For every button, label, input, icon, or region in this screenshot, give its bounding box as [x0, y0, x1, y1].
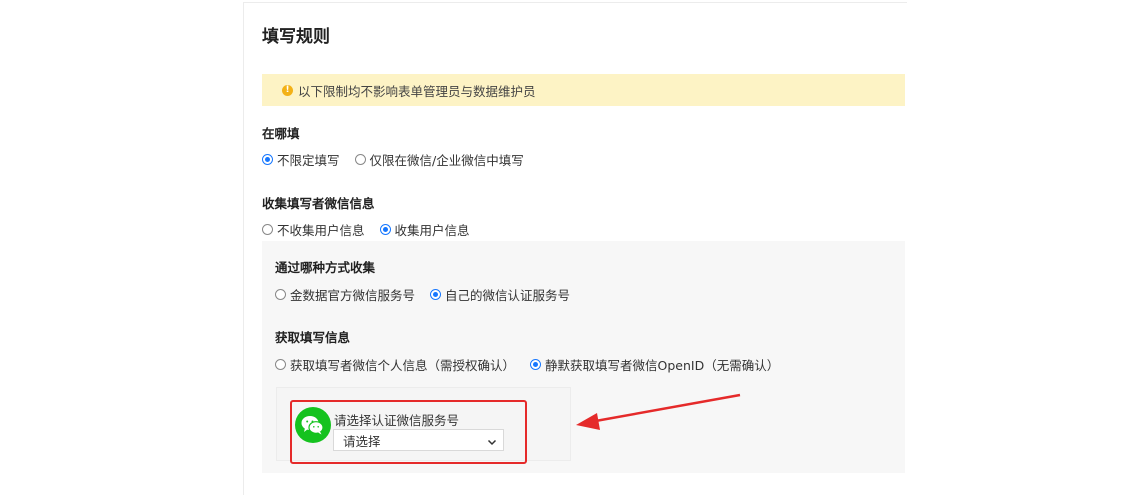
annotation-arrow — [576, 393, 741, 430]
